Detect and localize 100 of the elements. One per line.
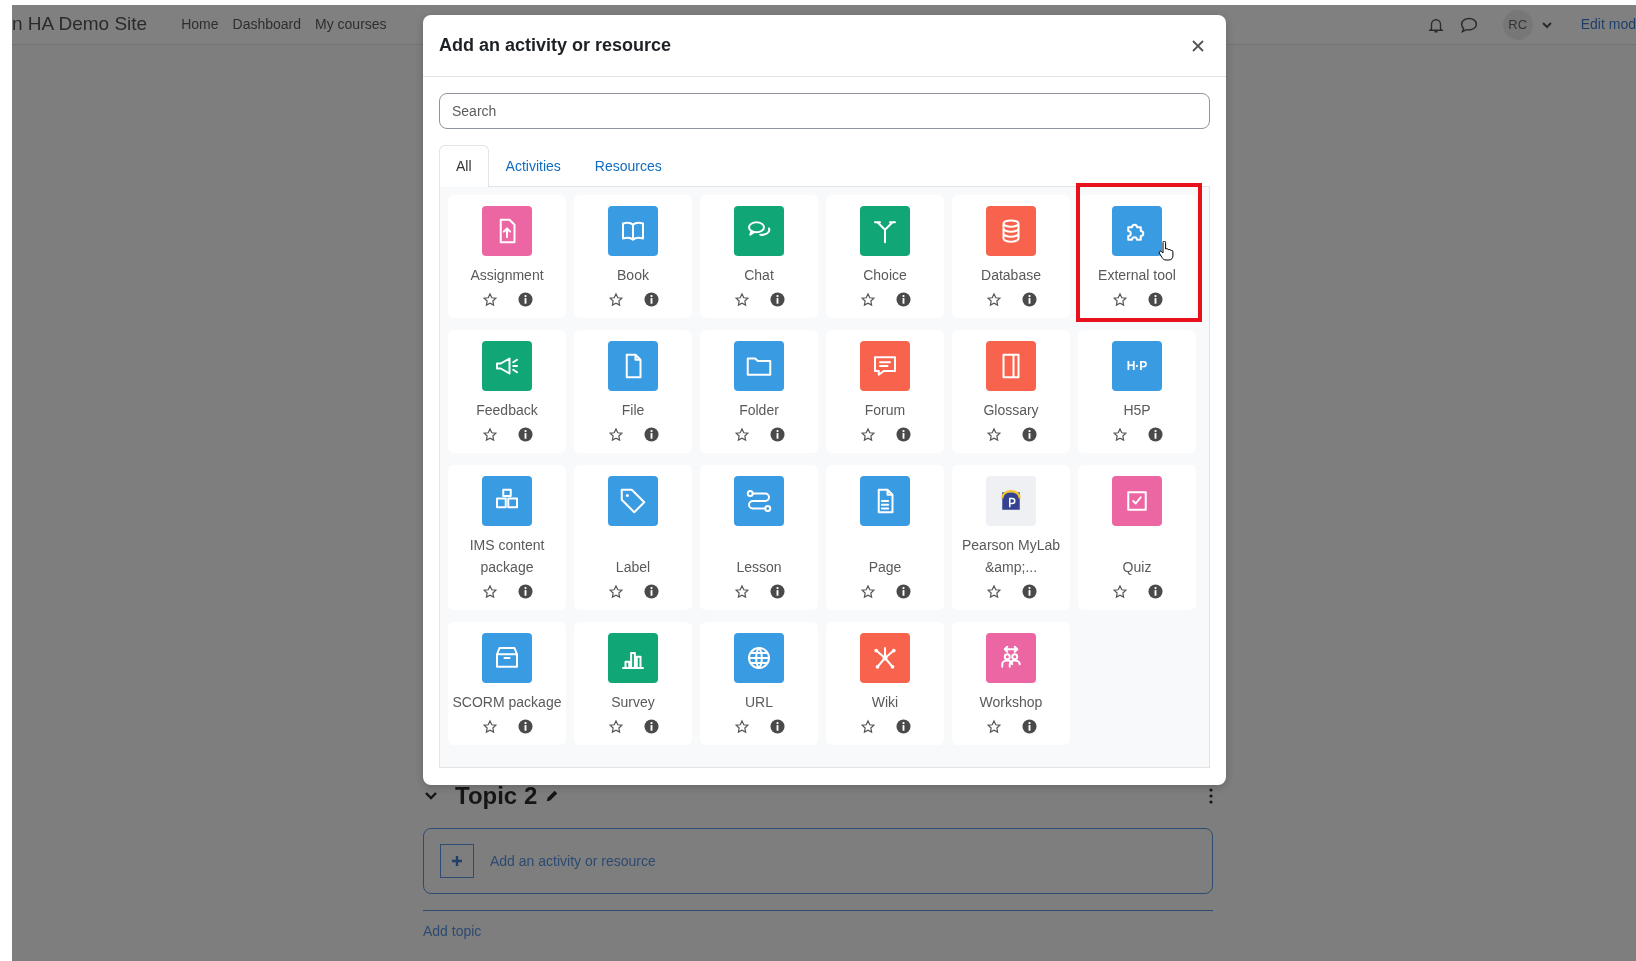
star-icon[interactable] [985, 719, 1002, 735]
info-icon[interactable] [517, 719, 533, 734]
star-icon[interactable] [985, 427, 1002, 443]
activity-tile[interactable]: Wiki [826, 622, 944, 745]
info-icon[interactable] [643, 719, 659, 734]
activity-name: Glossary [983, 401, 1039, 420]
activity-tile[interactable]: Database [952, 195, 1070, 318]
edit-mode-label: Edit mod [1580, 15, 1636, 34]
activity-name: External tool [1098, 266, 1176, 285]
activity-tile[interactable]: Assignment [448, 195, 566, 318]
activity-tile[interactable]: Page [826, 465, 944, 610]
activity-name: File [621, 401, 645, 420]
activity-tile[interactable]: SCORM package [448, 622, 566, 745]
activity-tile[interactable]: H·P H5P [1078, 330, 1196, 453]
activity-name: Chat [744, 266, 774, 285]
nav-link[interactable]: Dashboard [232, 14, 302, 35]
activity-tile[interactable]: External tool [1078, 195, 1196, 318]
star-icon[interactable] [607, 719, 624, 735]
activity-tile[interactable]: Survey [574, 622, 692, 745]
star-icon[interactable] [1111, 292, 1128, 308]
info-icon[interactable] [517, 584, 533, 599]
info-icon[interactable] [769, 719, 785, 734]
activity-tile[interactable]: URL [700, 622, 818, 745]
modal-title: Add an activity or resource [439, 34, 672, 57]
star-icon[interactable] [481, 584, 498, 600]
activity-tile[interactable]: Lesson [700, 465, 818, 610]
activity-name: Wiki [871, 693, 899, 712]
activity-tile[interactable]: Feedback [448, 330, 566, 453]
star-icon[interactable] [859, 719, 876, 735]
activity-tile[interactable]: Folder [700, 330, 818, 453]
tab[interactable]: Activities [488, 145, 578, 186]
info-icon[interactable] [643, 584, 659, 599]
info-icon[interactable] [895, 584, 911, 599]
activity-name: Quiz [1122, 558, 1152, 577]
activity-tile[interactable]: Glossary [952, 330, 1070, 453]
info-icon[interactable] [1147, 292, 1163, 307]
activity-name: Book [617, 266, 649, 285]
info-icon[interactable] [769, 427, 785, 442]
star-icon[interactable] [733, 427, 750, 443]
info-icon[interactable] [1147, 584, 1163, 599]
activity-tile[interactable]: Quiz [1078, 465, 1196, 610]
activity-tile[interactable]: Label [574, 465, 692, 610]
info-icon[interactable] [769, 584, 785, 599]
activity-name: H5P [1123, 401, 1151, 420]
info-icon[interactable] [1021, 292, 1037, 307]
info-icon[interactable] [895, 719, 911, 734]
info-icon[interactable] [1147, 427, 1163, 442]
star-icon[interactable] [985, 584, 1002, 600]
star-icon[interactable] [1111, 584, 1128, 600]
activity-name: Choice [863, 266, 907, 285]
activity-tile[interactable]: Choice [826, 195, 944, 318]
activity-tile[interactable]: Workshop [952, 622, 1070, 745]
star-icon[interactable] [733, 292, 750, 308]
activity-tile[interactable]: Book [574, 195, 692, 318]
search-field[interactable]: Search [439, 93, 1210, 129]
star-icon[interactable] [733, 719, 750, 735]
activity-tile[interactable]: IMS content package [448, 465, 566, 610]
activity-name: Label [615, 558, 651, 577]
activity-name: Forum [864, 401, 906, 420]
activity-tile[interactable]: Forum [826, 330, 944, 453]
tab[interactable]: All [439, 145, 489, 187]
info-icon[interactable] [517, 292, 533, 307]
nav-link[interactable]: My courses [315, 14, 387, 35]
info-icon[interactable] [769, 292, 785, 307]
info-icon[interactable] [1021, 719, 1037, 734]
info-icon[interactable] [643, 427, 659, 442]
star-icon[interactable] [607, 427, 624, 443]
site-name[interactable]: n HA Demo Site [12, 10, 148, 39]
activity-name: Lesson [736, 558, 782, 577]
star-icon[interactable] [859, 584, 876, 600]
speech-bubble-icon[interactable] [1458, 15, 1479, 34]
kebab-menu-icon[interactable] [1209, 788, 1213, 804]
pencil-icon[interactable] [545, 789, 560, 803]
info-icon[interactable] [643, 292, 659, 307]
plus-button[interactable] [440, 844, 474, 878]
info-icon[interactable] [895, 427, 911, 442]
star-icon[interactable] [733, 584, 750, 600]
star-icon[interactable] [985, 292, 1002, 308]
info-icon[interactable] [1021, 584, 1037, 599]
star-icon[interactable] [481, 427, 498, 443]
close-icon [1192, 40, 1204, 53]
star-icon[interactable] [481, 719, 498, 735]
star-icon[interactable] [859, 427, 876, 443]
star-icon[interactable] [1111, 427, 1128, 443]
star-icon[interactable] [607, 292, 624, 308]
activity-tile[interactable]: File [574, 330, 692, 453]
activity-tile[interactable]: Pearson MyLab &amp;... [952, 465, 1070, 610]
activity-name: IMS content package [468, 536, 546, 577]
activity-name: Workshop [979, 693, 1043, 712]
info-icon[interactable] [517, 427, 533, 442]
star-icon[interactable] [481, 292, 498, 308]
star-icon[interactable] [607, 584, 624, 600]
info-icon[interactable] [895, 292, 911, 307]
plus-icon [451, 855, 463, 867]
activity-name: Feedback [476, 401, 538, 420]
info-icon[interactable] [1021, 427, 1037, 442]
tab[interactable]: Resources [577, 145, 679, 186]
activity-name: Pearson MyLab &amp;... [960, 536, 1062, 577]
activity-tile[interactable]: Chat [700, 195, 818, 318]
star-icon[interactable] [859, 292, 876, 308]
